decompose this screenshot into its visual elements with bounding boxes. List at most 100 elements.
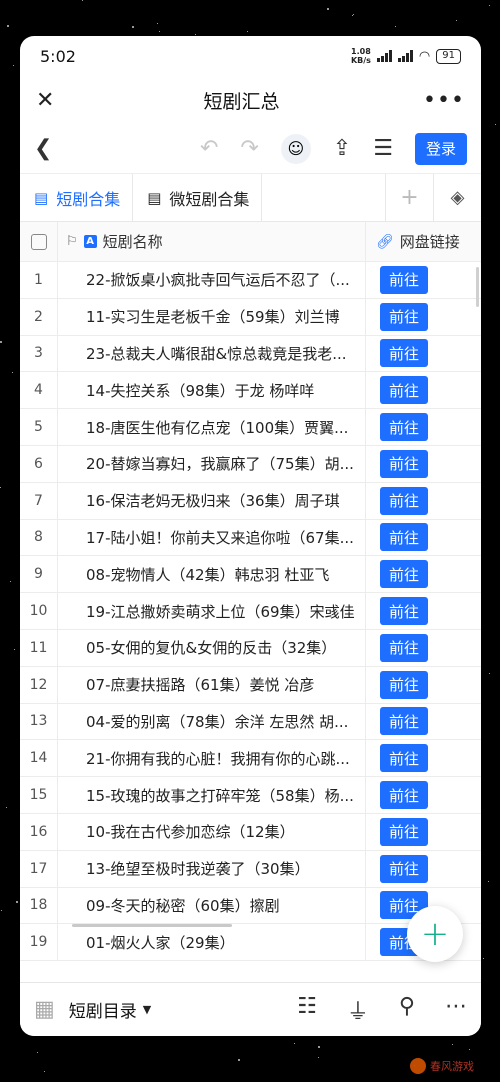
redo-icon[interactable]: ↷	[240, 136, 258, 161]
go-button[interactable]: 前往	[380, 302, 428, 331]
row-index: 15	[20, 777, 58, 813]
go-button[interactable]: 前往	[380, 486, 428, 515]
table-row[interactable]: 6 20-替嫁当寡妇，我赢麻了（75集）胡... 前往	[20, 445, 481, 483]
drama-name-cell[interactable]: 05-女佣的复仇&女佣的反击（32集）	[86, 629, 366, 666]
drama-name-cell[interactable]: 11-实习生是老板千金（59集）刘兰博	[86, 298, 366, 335]
column-header-name[interactable]: ⚐ A 短剧名称	[66, 231, 163, 252]
go-button[interactable]: 前往	[380, 560, 428, 589]
drama-name-cell[interactable]: 04-爱的别离（78集）余洋 左思然 胡...	[86, 703, 366, 740]
table-row[interactable]: 15 15-玫瑰的故事之打碎牢笼（58集）杨... 前往	[20, 777, 481, 814]
row-index: 3	[20, 335, 58, 372]
drama-name-cell[interactable]: 20-替嫁当寡妇，我赢麻了（75集）胡...	[86, 445, 366, 482]
go-button[interactable]: 前往	[380, 707, 428, 736]
signal-icon	[376, 50, 392, 62]
drama-name-cell[interactable]: 13-绝望至极时我逆袭了（30集）	[86, 850, 366, 887]
login-button[interactable]: 登录	[415, 132, 467, 165]
tab-micro-drama-collection[interactable]: ▤ 微短剧合集	[133, 174, 263, 221]
row-index: 13	[20, 703, 58, 740]
go-button[interactable]: 前往	[380, 523, 428, 552]
watermark: 春风游戏	[410, 1058, 474, 1074]
row-index: 8	[20, 519, 58, 556]
go-button[interactable]: 前往	[380, 376, 428, 405]
go-button[interactable]: 前往	[380, 670, 428, 699]
drama-name-cell[interactable]: 19-江总撒娇卖萌求上位（69集）宋彧佳	[86, 593, 366, 629]
watermark-logo-icon	[410, 1058, 426, 1074]
table-row[interactable]: 16 10-我在古代参加恋综（12集） 前往	[20, 813, 481, 851]
table-row[interactable]: 1 22-掀饭桌小疯批寺回气运后不忍了（... 前往	[20, 262, 481, 299]
field-settings-icon[interactable]: ☷	[297, 994, 317, 1026]
drama-name-cell[interactable]: 22-掀饭桌小疯批寺回气运后不忍了（...	[86, 262, 366, 298]
row-index: 2	[20, 298, 58, 335]
net-speed: 1.08 KB/s	[350, 47, 371, 65]
avatar[interactable]: ☺	[280, 133, 311, 164]
status-time: 5:02	[40, 46, 76, 66]
drama-name-cell[interactable]: 14-失控关系（98集）于龙 杨咩咩	[86, 372, 366, 409]
table-row[interactable]: 12 07-庶妻扶摇路（61集）姜悦 冶彦 前往	[20, 666, 481, 704]
select-all-checkbox[interactable]	[30, 233, 47, 250]
drama-name-cell[interactable]: 16-保洁老妈无极归来（36集）周子琪	[86, 482, 366, 519]
row-index: 7	[20, 482, 58, 519]
drama-name-cell[interactable]: 07-庶妻扶摇路（61集）姜悦 冶彦	[86, 666, 366, 703]
drama-name-cell[interactable]: 09-冬天的秘密（60集）擦剧	[86, 887, 366, 924]
table-row[interactable]: 7 16-保洁老妈无极归来（36集）周子琪 前往	[20, 482, 481, 520]
table-row[interactable]: 10 19-江总撒娇卖萌求上位（69集）宋彧佳 前往	[20, 593, 481, 630]
table-icon: ▤	[34, 188, 49, 207]
go-button[interactable]: 前往	[380, 781, 428, 810]
go-button[interactable]: 前往	[380, 817, 428, 846]
column-header-link[interactable]: 🔗︎ 网盘链接	[366, 231, 460, 252]
table-row[interactable]: 8 17-陆小姐！你前夫又来追你啦（67集... 前往	[20, 519, 481, 557]
view-name[interactable]: 短剧目录	[69, 997, 137, 1022]
filter-icon[interactable]: ⏚	[347, 994, 369, 1026]
vertical-scrollbar[interactable]	[476, 267, 479, 307]
go-button[interactable]: 前往	[380, 633, 428, 662]
table-row[interactable]: 5 18-唐医生他有亿点宠（100集）贾翼... 前往	[20, 409, 481, 446]
close-icon[interactable]: ✕	[36, 88, 60, 113]
row-index: 12	[20, 666, 58, 703]
drama-name-cell[interactable]: 21-你拥有我的心脏！我拥有你的心跳...	[86, 740, 366, 777]
go-button[interactable]: 前往	[380, 854, 428, 883]
table-row[interactable]: 14 21-你拥有我的心脏！我拥有你的心跳... 前往	[20, 740, 481, 778]
go-button[interactable]: 前往	[380, 339, 428, 368]
drama-name-cell[interactable]: 08-宠物情人（42集）韩忠羽 杜亚飞	[86, 556, 366, 593]
drama-name-cell[interactable]: 15-玫瑰的故事之打碎牢笼（58集）杨...	[86, 777, 366, 813]
add-record-button[interactable]: +	[407, 906, 463, 962]
more-options-icon[interactable]: •••	[423, 88, 465, 113]
add-sheet-icon[interactable]: +	[385, 174, 433, 221]
wifi-icon: ◠	[418, 48, 431, 64]
drama-name-cell[interactable]: 18-唐医生他有亿点宠（100集）贾翼...	[86, 409, 366, 445]
layers-icon[interactable]: ◈	[433, 174, 481, 221]
drama-name-cell[interactable]: 10-我在古代参加恋综（12集）	[86, 813, 366, 850]
table-row[interactable]: 11 05-女佣的复仇&女佣的反击（32集） 前往	[20, 629, 481, 667]
drama-name-cell[interactable]: 01-烟火人家（29集）	[86, 924, 366, 961]
go-button[interactable]: 前往	[380, 413, 428, 442]
drama-name-cell[interactable]: 17-陆小姐！你前夫又来追你啦（67集...	[86, 519, 366, 556]
row-index: 11	[20, 629, 58, 666]
go-button[interactable]: 前往	[380, 744, 428, 773]
go-button[interactable]: 前往	[380, 265, 428, 294]
status-bar: 5:02 1.08 KB/s ◠ 91	[20, 36, 481, 76]
menu-icon[interactable]: ☰	[373, 136, 393, 161]
table-row[interactable]: 9 08-宠物情人（42集）韩忠羽 杜亚飞 前往	[20, 556, 481, 594]
signal-icon-2	[397, 50, 413, 62]
tab-short-drama-collection[interactable]: ▤ 短剧合集	[20, 174, 134, 221]
table-row[interactable]: 17 13-绝望至极时我逆袭了（30集） 前往	[20, 850, 481, 888]
drama-name-cell[interactable]: 23-总裁夫人嘴很甜&惊总裁竟是我老...	[86, 335, 366, 372]
go-button[interactable]: 前往	[380, 597, 428, 626]
more-options-icon[interactable]: ⋯	[445, 994, 467, 1026]
table-row[interactable]: 2 11-实习生是老板千金（59集）刘兰博 前往	[20, 298, 481, 336]
sheet-tabs: ▤ 短剧合集 ▤ 微短剧合集 + ◈	[20, 174, 481, 222]
search-icon[interactable]: ⚲	[399, 994, 415, 1026]
bottom-bar: ▦ 短剧目录 ▼ ☷ ⏚ ⚲ ⋯	[20, 982, 481, 1036]
go-button[interactable]: 前往	[380, 449, 428, 478]
horizontal-scrollbar[interactable]	[72, 924, 232, 927]
share-icon[interactable]: ⇪	[333, 136, 351, 161]
grid-view-icon[interactable]: ▦	[34, 997, 55, 1022]
grid-header: ⚐ A 短剧名称 🔗︎ 网盘链接	[20, 222, 481, 262]
undo-icon[interactable]: ↶	[200, 136, 218, 161]
table-row[interactable]: 4 14-失控关系（98集）于龙 杨咩咩 前往	[20, 372, 481, 410]
table-row[interactable]: 13 04-爱的别离（78集）余洋 左思然 胡... 前往	[20, 703, 481, 741]
table-row[interactable]: 3 23-总裁夫人嘴很甜&惊总裁竟是我老... 前往	[20, 335, 481, 373]
back-icon[interactable]: ❮	[34, 136, 52, 161]
data-grid: ⚐ A 短剧名称 🔗︎ 网盘链接 1 22-掀饭桌小疯批寺回气运后不忍了（... 前…	[20, 222, 481, 962]
chevron-down-icon[interactable]: ▼	[143, 1003, 151, 1016]
